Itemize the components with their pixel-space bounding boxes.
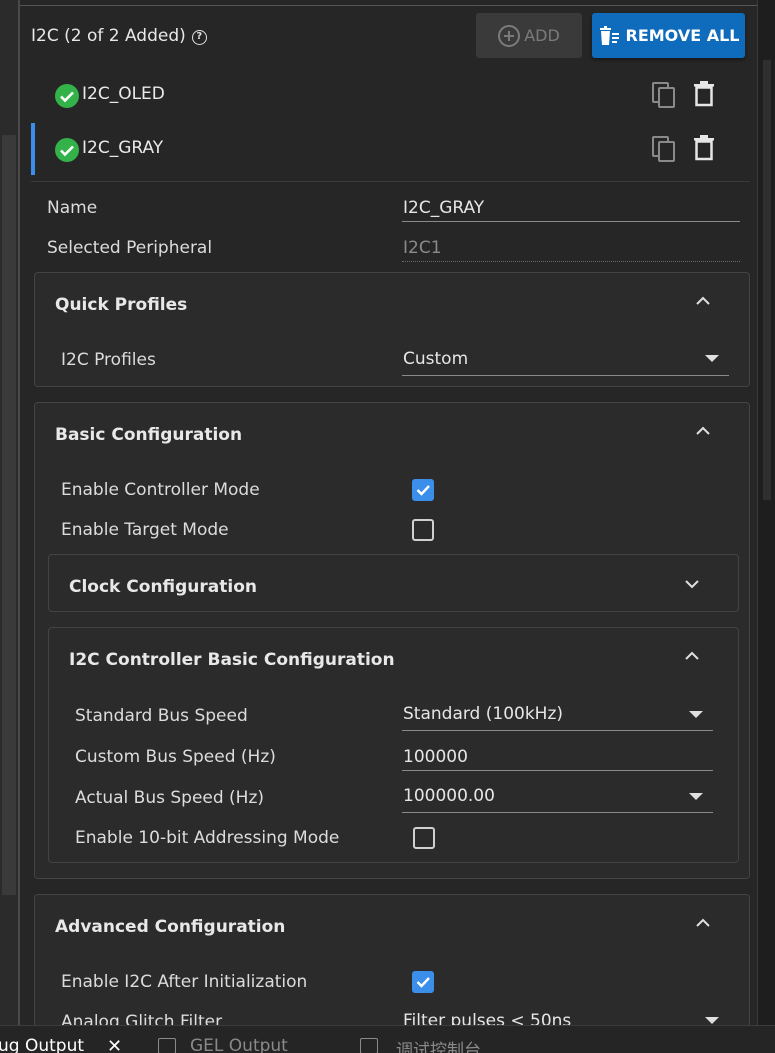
check-circle-icon [55, 84, 79, 108]
name-input-underline [402, 221, 740, 222]
chevron-down-icon[interactable] [705, 355, 719, 362]
chevron-down-icon[interactable] [705, 1017, 719, 1024]
instance-row-i2c-gray[interactable]: I2C_GRAY [31, 123, 750, 175]
trash-icon[interactable] [693, 81, 715, 107]
target-mode-checkbox[interactable] [412, 519, 434, 541]
left-scrollbar-thumb[interactable] [2, 135, 16, 895]
basic-configuration-card: Basic Configuration Enable Controller Mo… [34, 402, 750, 879]
i2c-profiles-label: I2C Profiles [61, 350, 156, 370]
chevron-up-icon[interactable] [695, 296, 711, 306]
peripheral-underline [402, 261, 740, 262]
chevron-up-icon[interactable] [684, 651, 700, 661]
chevron-up-icon[interactable] [695, 918, 711, 928]
output-icon [158, 1038, 176, 1053]
controller-mode-label: Enable Controller Mode [61, 480, 260, 500]
standard-bus-speed-underline [402, 730, 713, 731]
list-divider [31, 181, 750, 182]
help-icon[interactable]: ? [191, 29, 207, 45]
peripheral-value: I2C1 [403, 238, 442, 258]
copy-icon[interactable] [651, 135, 677, 163]
actual-bus-speed-select[interactable]: 100000.00 [403, 786, 495, 806]
right-scrollbar-thumb[interactable] [763, 60, 771, 500]
quick-profiles-title[interactable]: Quick Profiles [55, 295, 187, 315]
section-header: I2C (2 of 2 Added) ? [31, 26, 207, 46]
advanced-configuration-card: Advanced Configuration Enable I2C After … [34, 894, 750, 1025]
enable-after-init-label: Enable I2C After Initialization [61, 972, 308, 992]
i2c-profiles-underline [402, 375, 729, 376]
controller-basic-configuration-title[interactable]: I2C Controller Basic Configuration [69, 650, 395, 670]
close-icon[interactable]: ✕ [107, 1036, 122, 1053]
clock-configuration-card[interactable]: Clock Configuration [48, 554, 739, 612]
bottom-panel-tabs: ug Output ✕ GEL Output 调试控制台 [0, 1025, 775, 1053]
plus-circle-icon [498, 24, 521, 47]
custom-bus-speed-underline [402, 770, 713, 771]
console-icon [360, 1038, 378, 1053]
chevron-down-icon[interactable] [689, 793, 703, 800]
custom-bus-speed-label: Custom Bus Speed (Hz) [75, 747, 276, 767]
quick-profiles-card: Quick Profiles I2C Profiles Custom [34, 272, 750, 387]
add-button[interactable]: ADD [476, 13, 582, 58]
add-button-label: ADD [524, 26, 560, 45]
peripheral-label: Selected Peripheral [47, 238, 213, 258]
advanced-configuration-title[interactable]: Advanced Configuration [55, 917, 285, 937]
check-circle-icon [55, 138, 79, 162]
trash-icon[interactable] [693, 135, 715, 161]
section-title: I2C (2 of 2 Added) [31, 26, 186, 46]
enable-after-init-checkbox[interactable] [412, 971, 434, 993]
top-divider [20, 5, 757, 6]
target-mode-label: Enable Target Mode [61, 520, 229, 540]
tab-debug-console[interactable]: 调试控制台 [396, 1036, 481, 1053]
name-input[interactable]: I2C_GRAY [403, 198, 484, 218]
remove-all-label: REMOVE ALL [625, 26, 740, 45]
controller-mode-checkbox[interactable] [412, 479, 434, 501]
standard-bus-speed-select[interactable]: Standard (100kHz) [403, 704, 563, 724]
i2c-profiles-select[interactable]: Custom [403, 349, 468, 369]
app-root: I2C (2 of 2 Added) ? ADD REMOVE ALL I2C_ [0, 0, 775, 1053]
chevron-down-icon[interactable] [689, 711, 703, 718]
ten-bit-addressing-checkbox[interactable] [413, 827, 435, 849]
ten-bit-addressing-label: Enable 10-bit Addressing Mode [75, 828, 340, 848]
basic-configuration-title[interactable]: Basic Configuration [55, 425, 242, 445]
clock-configuration-title[interactable]: Clock Configuration [69, 577, 257, 597]
standard-bus-speed-label: Standard Bus Speed [75, 706, 248, 726]
selection-indicator [31, 123, 35, 175]
custom-bus-speed-input[interactable]: 100000 [403, 747, 468, 767]
controller-basic-configuration-card: I2C Controller Basic Configuration Stand… [48, 627, 739, 863]
remove-all-button[interactable]: REMOVE ALL [592, 13, 745, 58]
actual-bus-speed-label: Actual Bus Speed (Hz) [75, 788, 265, 808]
analog-glitch-filter-select[interactable]: Filter pulses < 50ns [403, 1011, 571, 1025]
instance-row-i2c-oled[interactable]: I2C_OLED [31, 69, 750, 121]
i2c-config-panel: I2C (2 of 2 Added) ? ADD REMOVE ALL I2C_ [20, 0, 757, 1025]
copy-icon[interactable] [651, 81, 677, 109]
instance-name: I2C_OLED [82, 84, 165, 104]
right-divider [757, 0, 758, 1025]
actual-bus-speed-underline [402, 812, 713, 813]
analog-glitch-filter-label: Analog Glitch Filter [61, 1012, 223, 1025]
trash-list-icon [599, 25, 619, 45]
tab-debug-output[interactable]: ug Output [0, 1036, 84, 1053]
chevron-down-icon[interactable] [684, 579, 700, 589]
instance-name: I2C_GRAY [82, 138, 164, 158]
right-scrollbar-track[interactable] [757, 0, 775, 1025]
chevron-up-icon[interactable] [695, 426, 711, 436]
tab-gel-output[interactable]: GEL Output [190, 1036, 288, 1053]
left-scrollbar-track[interactable] [0, 0, 18, 1025]
name-label: Name [47, 198, 98, 218]
